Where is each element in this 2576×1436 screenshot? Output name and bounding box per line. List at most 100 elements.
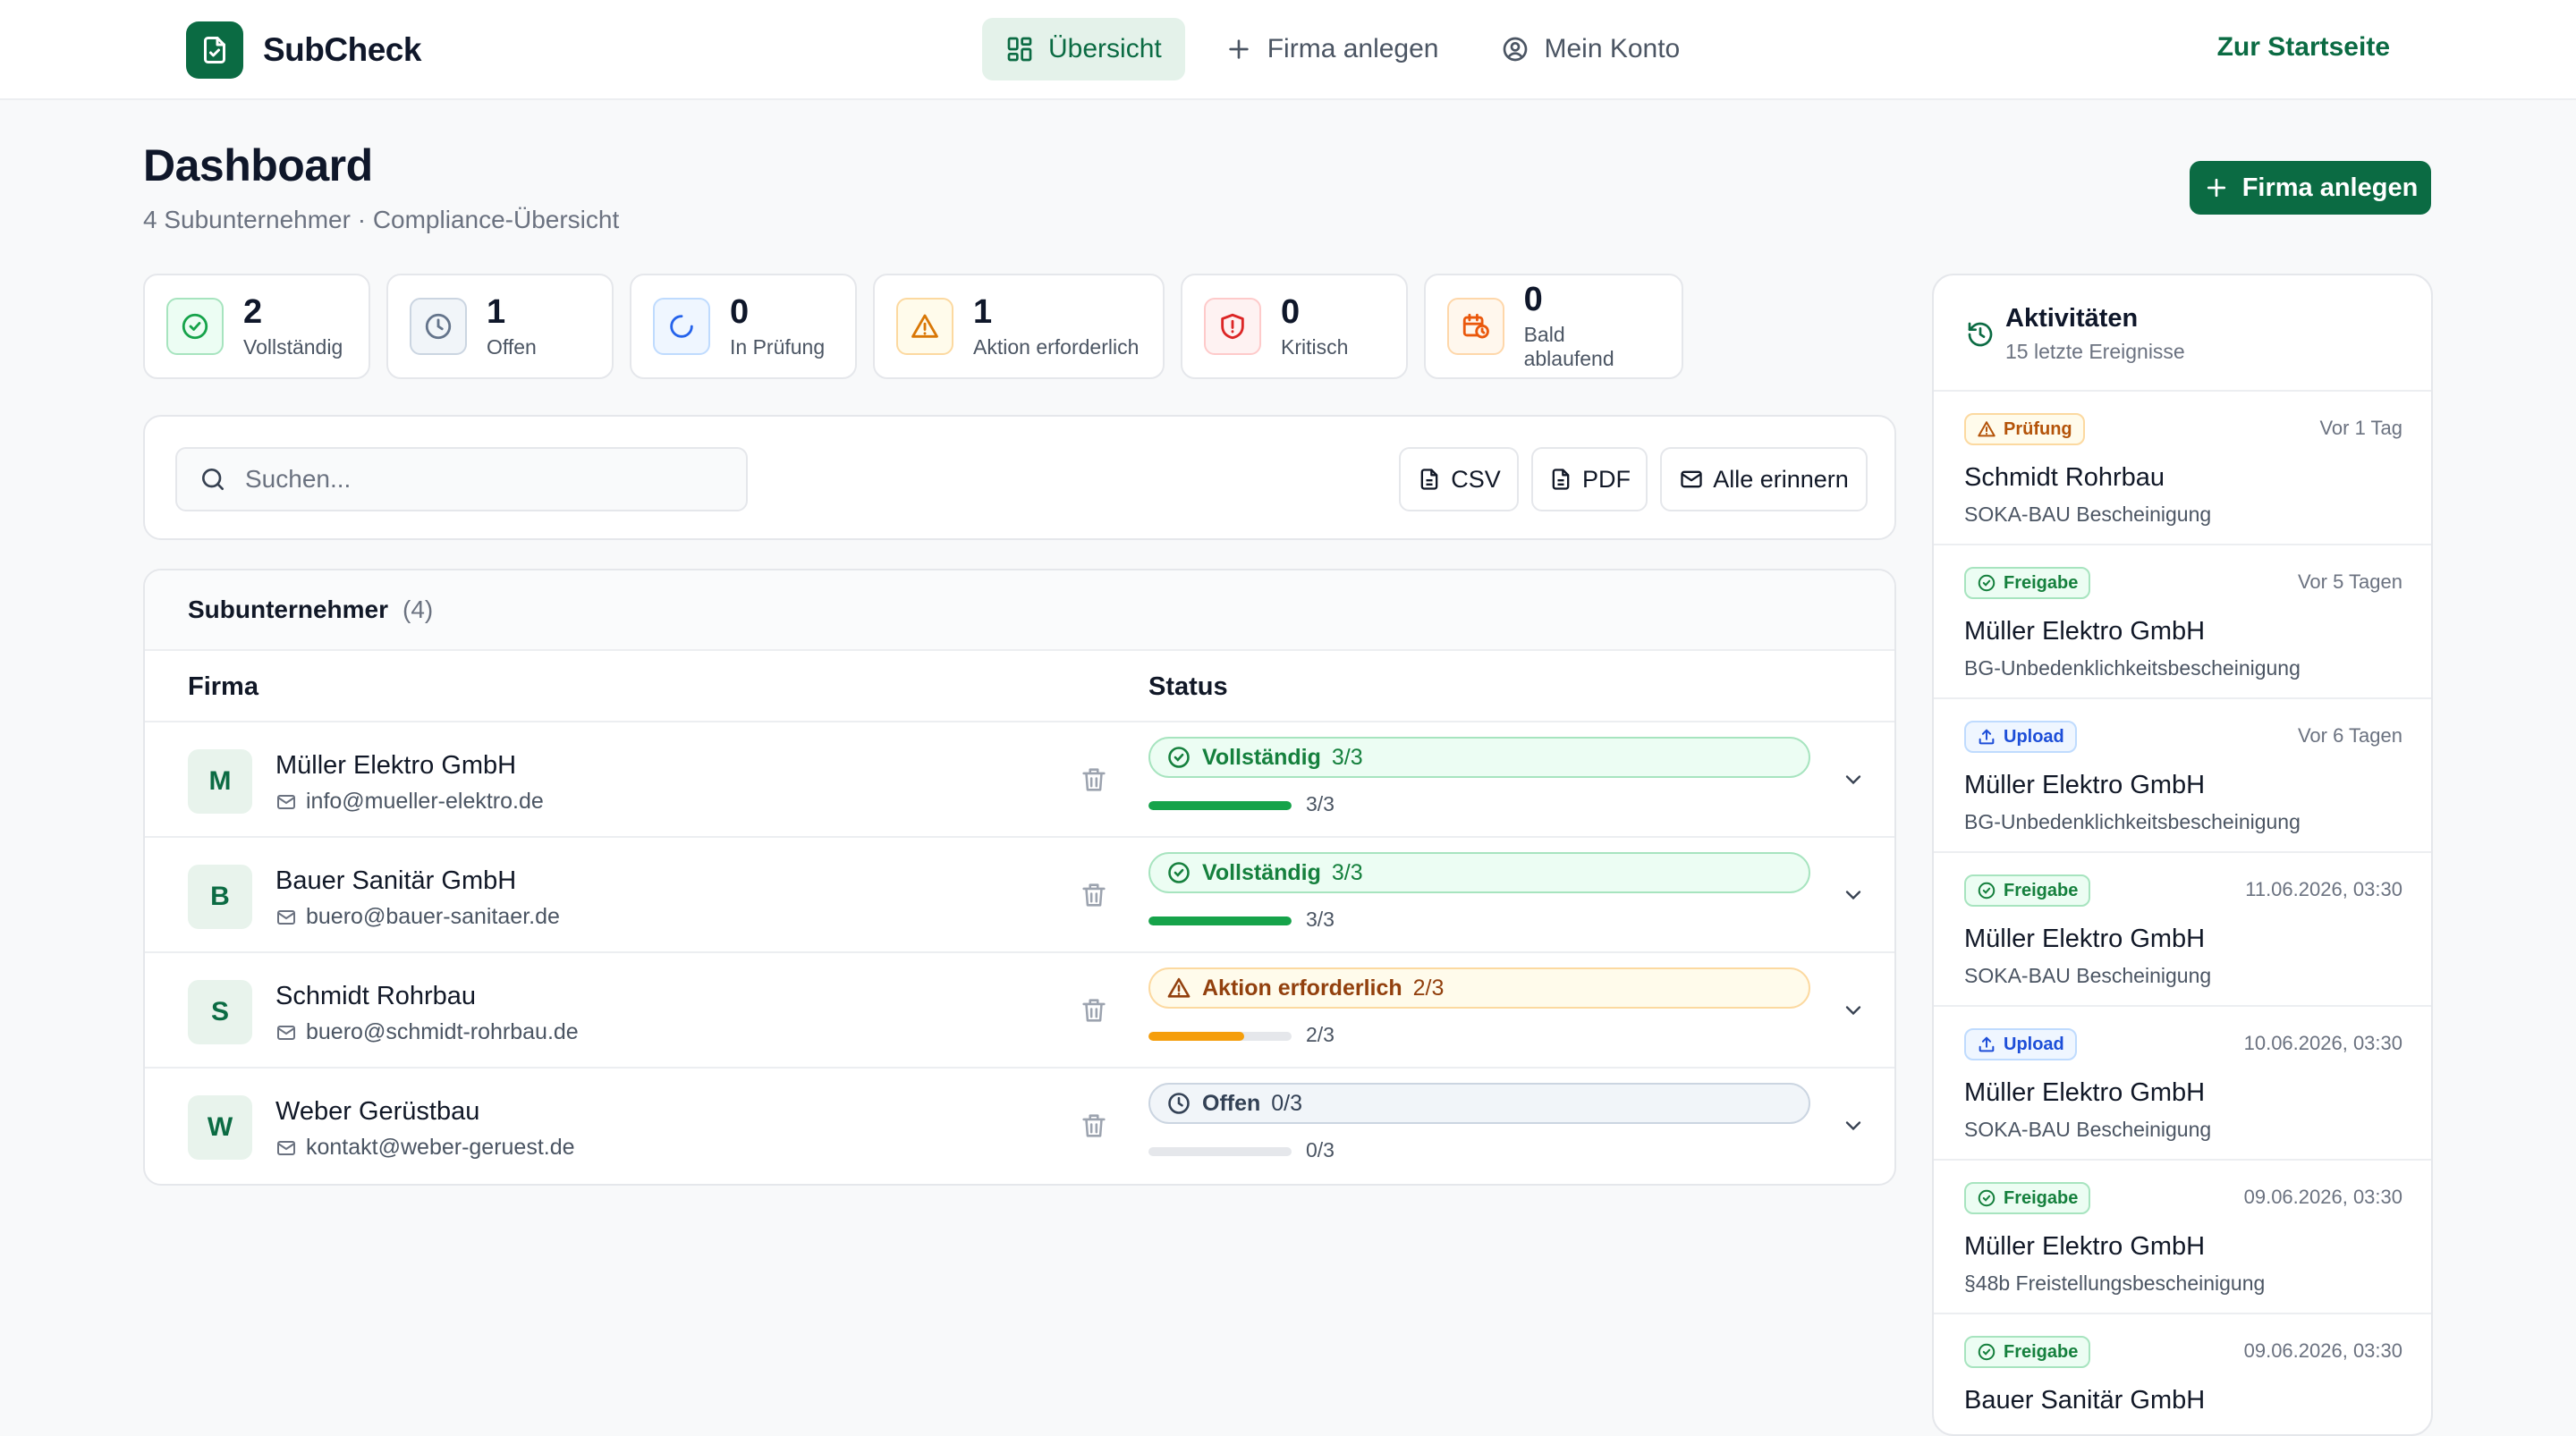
table-row[interactable]: W Weber Gerüstbau kontakt@weber-geruest.… <box>145 1069 1894 1184</box>
stat-card-complete[interactable]: 2 Vollständig <box>143 274 370 379</box>
export-pdf-button[interactable]: PDF <box>1531 447 1648 511</box>
company-email-text: buero@bauer-sanitaer.de <box>306 904 560 929</box>
file-icon <box>1552 469 1570 490</box>
stat-value: 1 <box>973 292 993 331</box>
nav-item-mein-konto[interactable]: Mein Konto <box>1478 18 1703 80</box>
column-header-status[interactable]: Status <box>1148 672 1228 702</box>
stat-label: Offen <box>487 334 537 359</box>
stat-label: Vollständig <box>243 334 343 359</box>
stat-card-action-required[interactable]: 1 Aktion erforderlich <box>873 274 1165 379</box>
add-company-button[interactable]: Firma anlegen <box>2190 161 2431 215</box>
activity-document: BG-Unbedenklichkeitsbescheinigung <box>1964 810 2301 833</box>
trash-icon[interactable] <box>1079 1110 1109 1142</box>
chevron-down-icon[interactable] <box>1841 998 1866 1023</box>
page-title: Dashboard <box>143 140 373 190</box>
stat-label: Aktion erforderlich <box>973 334 1140 359</box>
top-navigation-bar: SubCheck Übersicht Firma anlegen Mein Ko… <box>0 0 2576 100</box>
activity-document: SOKA-BAU Bescheinigung <box>1964 503 2212 526</box>
stat-value: 1 <box>487 292 506 331</box>
activity-item[interactable]: Freigabe 09.06.2026, 03:30 Müller Elektro … <box>1934 1161 2431 1314</box>
activity-company: Schmidt Rohrbau <box>1964 463 2165 492</box>
export-csv-button[interactable]: CSV <box>1399 447 1519 511</box>
nav-item-uebersicht[interactable]: Übersicht <box>982 18 1185 80</box>
search-box[interactable] <box>175 447 748 511</box>
progress-bar-fill <box>1148 917 1292 925</box>
nav-item-label: Übersicht <box>1048 34 1162 63</box>
remind-all-button[interactable]: Alle erinnern <box>1660 447 1868 511</box>
company-name: Müller Elektro GmbH <box>275 751 517 780</box>
mail-icon <box>277 1025 295 1040</box>
progress-bar-fill <box>1148 801 1292 810</box>
spinner-icon <box>653 298 710 355</box>
activity-badge: Freigabe <box>1964 1182 2091 1214</box>
company-name: Schmidt Rohrbau <box>275 982 477 1010</box>
activity-company: Müller Elektro GmbH <box>1964 925 2206 953</box>
trash-icon[interactable] <box>1079 994 1109 1026</box>
export-csv-label: CSV <box>1451 465 1501 493</box>
status-badge: Vollständig 3/3 <box>1148 737 1810 778</box>
activity-item[interactable]: Upload Vor 6 Tagen Müller Elektro GmbH BG-U… <box>1934 699 2431 853</box>
status-badge: Offen 0/3 <box>1148 1083 1810 1124</box>
table-row[interactable]: M Müller Elektro GmbH info@mueller-elekt… <box>145 722 1894 838</box>
activity-time: Vor 1 Tag <box>2319 417 2402 439</box>
company-email-text: kontakt@weber-geruest.de <box>306 1135 575 1160</box>
company-name: Weber Gerüstbau <box>275 1097 480 1126</box>
table-row[interactable]: S Schmidt Rohrbau buero@schmidt-rohrbau.… <box>145 953 1894 1069</box>
activity-badge-label: Freigabe <box>2004 1187 2079 1208</box>
app-name: SubCheck <box>263 31 421 68</box>
table-row[interactable]: B Bauer Sanitär GmbH buero@bauer-sanitae… <box>145 838 1894 953</box>
activity-badge: Upload <box>1964 721 2077 753</box>
activity-badge: Freigabe <box>1964 567 2091 599</box>
trash-icon[interactable] <box>1079 879 1109 911</box>
activity-time: 09.06.2026, 03:30 <box>2243 1186 2402 1208</box>
activity-item[interactable]: Freigabe Vor 5 Tagen Müller Elektro GmbH BG… <box>1934 545 2431 699</box>
progress-text: 3/3 <box>1306 908 1335 931</box>
stat-value: 0 <box>1281 292 1301 331</box>
brand[interactable]: SubCheck <box>186 21 421 79</box>
home-link[interactable]: Zur Startseite <box>2217 32 2390 63</box>
activity-company: Müller Elektro GmbH <box>1964 617 2206 646</box>
stat-label: Bald ablaufend <box>1523 323 1614 370</box>
activity-badge-label: Prüfung <box>2004 418 2072 439</box>
stat-card-critical[interactable]: 0 Kritisch <box>1181 274 1408 379</box>
chevron-down-icon[interactable] <box>1841 883 1866 908</box>
trash-icon[interactable] <box>1079 764 1109 796</box>
avatar: W <box>188 1095 252 1160</box>
clock-icon <box>410 298 467 355</box>
stat-label: Kritisch <box>1281 334 1349 359</box>
nav-item-firma-anlegen[interactable]: Firma anlegen <box>1201 18 1462 80</box>
activity-document: SOKA-BAU Bescheinigung <box>1964 964 2212 987</box>
company-email: buero@bauer-sanitaer.de <box>275 904 560 930</box>
activity-item[interactable]: Freigabe 09.06.2026, 03:30 Bauer Sanitär G… <box>1934 1314 2431 1434</box>
nav-item-label: Firma anlegen <box>1267 34 1439 63</box>
check-circle-icon <box>1978 1343 1996 1361</box>
activity-badge: Upload <box>1964 1028 2077 1060</box>
warning-icon <box>1167 977 1191 998</box>
calendar-clock-icon <box>1447 298 1504 355</box>
activity-item[interactable]: Freigabe 11.06.2026, 03:30 Müller Elektro … <box>1934 853 2431 1007</box>
activity-item[interactable]: Prüfung Vor 1 Tag Schmidt Rohrbau SOKA-BAU … <box>1934 392 2431 545</box>
activity-badge: Freigabe <box>1964 1336 2091 1368</box>
stat-value: 0 <box>1523 281 1543 318</box>
upload-icon <box>1979 1036 1995 1052</box>
stat-card-open[interactable]: 1 Offen <box>386 274 614 379</box>
search-input[interactable] <box>245 465 746 494</box>
activity-document: §48b Freistellungsbescheinigung <box>1964 1271 2266 1295</box>
activity-badge-label: Upload <box>2004 726 2064 747</box>
activity-panel: Aktivitäten 15 letzte Ereignisse Prüfung… <box>1932 274 2433 1436</box>
avatar: M <box>188 749 252 814</box>
mail-icon <box>277 1140 295 1155</box>
stat-card-expiring-soon[interactable]: 0 Bald ablaufend <box>1424 274 1683 379</box>
check-circle-icon <box>1978 882 1996 900</box>
column-header-company[interactable]: Firma <box>188 672 258 702</box>
subcontractor-table: Subunternehmer (4) Firma Status M Müller… <box>143 569 1896 1186</box>
chevron-down-icon[interactable] <box>1841 767 1866 792</box>
app-logo-icon <box>186 21 243 79</box>
clock-icon <box>1168 1093 1190 1114</box>
warning-icon <box>896 298 953 355</box>
stat-card-in-review[interactable]: 0 In Prüfung <box>630 274 857 379</box>
chevron-down-icon[interactable] <box>1841 1113 1866 1138</box>
check-circle-icon <box>1978 574 1996 592</box>
progress-bar <box>1148 801 1292 810</box>
activity-item[interactable]: Upload 10.06.2026, 03:30 Müller Elektro Gm… <box>1934 1007 2431 1161</box>
